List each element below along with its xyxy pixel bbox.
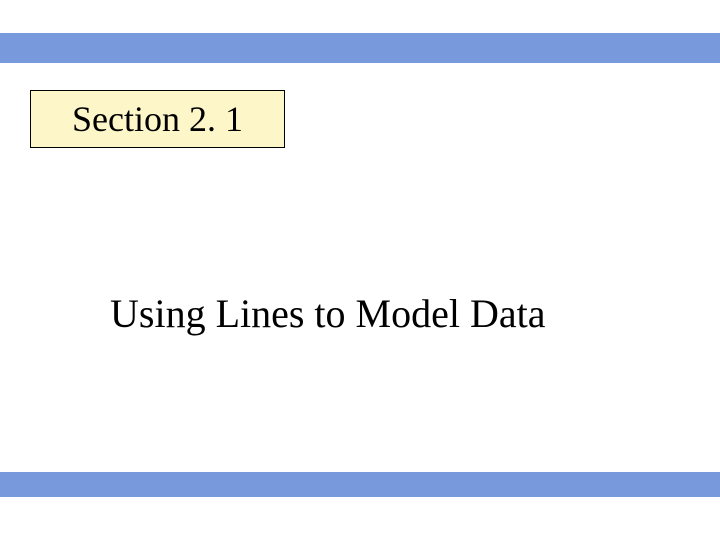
- top-decorative-bar: [0, 33, 720, 63]
- section-label-box: Section 2. 1: [30, 90, 285, 148]
- section-label: Section 2. 1: [72, 98, 243, 140]
- bottom-decorative-bar: [0, 472, 720, 497]
- slide-title: Using Lines to Model Data: [110, 290, 546, 337]
